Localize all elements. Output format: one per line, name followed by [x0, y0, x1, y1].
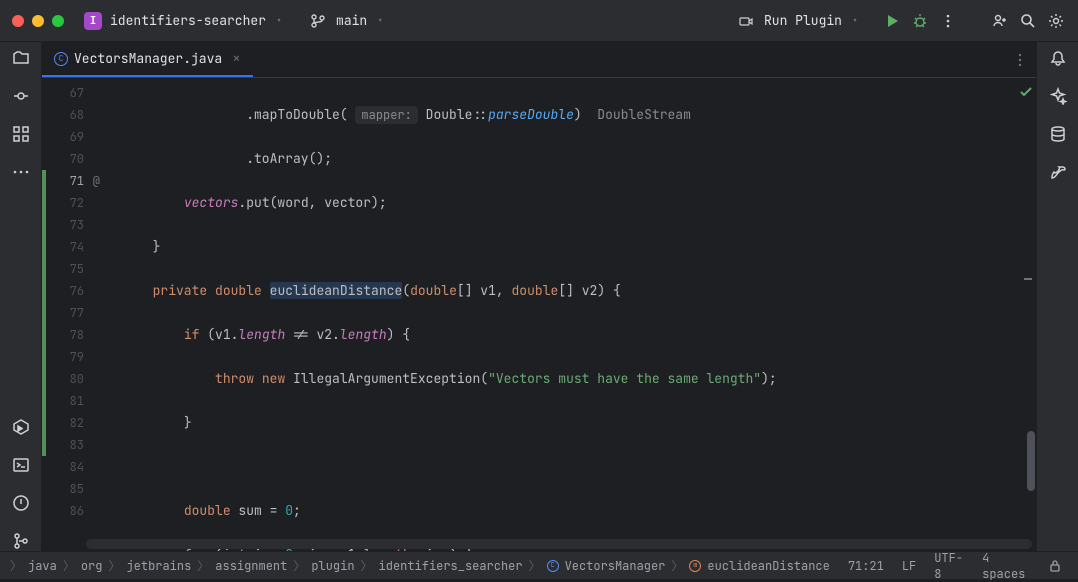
problems-tool-icon[interactable]	[11, 493, 31, 513]
project-badge: I	[84, 12, 102, 30]
method-icon: m	[689, 560, 701, 572]
line-separator[interactable]: LF	[896, 558, 922, 574]
code-content[interactable]: .mapToDouble( mapper: Double::parseDoubl…	[90, 78, 1036, 551]
vcs-tool-icon[interactable]	[11, 531, 31, 551]
horizontal-scrollbar[interactable]	[86, 539, 1032, 549]
right-toolbar	[1036, 42, 1078, 551]
more-tools-icon[interactable]	[11, 162, 31, 182]
indent-setting[interactable]: 4 spaces	[976, 550, 1036, 582]
inspection-ok-icon[interactable]	[1018, 84, 1034, 100]
readonly-toggle-icon[interactable]	[1042, 559, 1068, 573]
tab-bar: C VectorsManager.java ×	[42, 42, 1036, 78]
search-icon[interactable]	[1018, 11, 1038, 31]
class-icon: C	[54, 52, 68, 66]
chevron-down-icon[interactable]: ▾	[852, 14, 858, 27]
breadcrumb-item[interactable]: plugin	[311, 558, 354, 574]
status-bar: 〉 java 〉 org 〉 jetbrains 〉 assignment 〉 …	[0, 551, 1078, 579]
structure-tool-icon[interactable]	[11, 124, 31, 144]
titlebar: I identifiers-searcher ▾ main ▾ Run Plug…	[0, 0, 1078, 42]
tab-vectors-manager[interactable]: C VectorsManager.java ×	[42, 42, 253, 77]
project-tool-icon[interactable]	[11, 48, 31, 68]
breadcrumb-item[interactable]: java	[28, 558, 57, 574]
code-area[interactable]: 67 68 69 70 71@ 72 73 74 75 76 77 78 79 …	[42, 78, 1036, 551]
method-name-highlight: euclideanDistance	[270, 282, 403, 299]
line-gutter[interactable]: 67 68 69 70 71@ 72 73 74 75 76 77 78 79 …	[46, 78, 90, 551]
close-window[interactable]	[12, 15, 24, 27]
close-tab-icon[interactable]: ×	[232, 50, 240, 68]
maximize-window[interactable]	[52, 15, 64, 27]
run-config-icon[interactable]	[736, 11, 756, 31]
chevron-down-icon[interactable]: ▾	[377, 14, 383, 27]
tab-overflow-button[interactable]	[1012, 42, 1036, 77]
file-encoding[interactable]: UTF-8	[928, 550, 970, 582]
left-toolbar	[0, 42, 42, 551]
run-config-name[interactable]: Run Plugin	[764, 12, 842, 29]
ai-assistant-icon[interactable]	[1048, 86, 1068, 106]
gradle-tool-icon[interactable]	[1048, 162, 1068, 182]
commit-tool-icon[interactable]	[11, 86, 31, 106]
project-name[interactable]: identifiers-searcher	[110, 12, 266, 29]
notifications-icon[interactable]	[1048, 48, 1068, 68]
breadcrumb-item[interactable]: assignment	[215, 558, 287, 574]
breadcrumb-item[interactable]: CVectorsManager	[547, 558, 666, 574]
breadcrumb-item[interactable]: meuclideanDistance	[689, 558, 829, 574]
more-button[interactable]	[938, 11, 958, 31]
breadcrumb-item[interactable]: jetbrains	[126, 558, 191, 574]
code-with-me-icon[interactable]	[990, 11, 1010, 31]
caret-position[interactable]: 71:21	[842, 558, 890, 574]
branch-icon[interactable]	[308, 11, 328, 31]
chevron-down-icon[interactable]: ▾	[276, 14, 282, 27]
editor: C VectorsManager.java × 67 68 69 70 71@ …	[42, 42, 1036, 551]
vertical-scrollbar[interactable]	[1027, 431, 1035, 491]
terminal-tool-icon[interactable]	[11, 455, 31, 475]
run-button[interactable]	[882, 11, 902, 31]
breadcrumb-item[interactable]: org	[81, 558, 103, 574]
settings-icon[interactable]	[1046, 11, 1066, 31]
database-tool-icon[interactable]	[1048, 124, 1068, 144]
minimize-window[interactable]	[32, 15, 44, 27]
window-controls	[12, 15, 64, 27]
branch-name[interactable]: main	[336, 12, 367, 29]
class-icon: C	[547, 560, 559, 572]
services-tool-icon[interactable]	[11, 417, 31, 437]
error-stripe-mark[interactable]	[1024, 278, 1032, 280]
breadcrumb-item[interactable]: identifiers_searcher	[379, 558, 523, 574]
debug-button[interactable]	[910, 11, 930, 31]
tab-label: VectorsManager.java	[74, 50, 222, 67]
